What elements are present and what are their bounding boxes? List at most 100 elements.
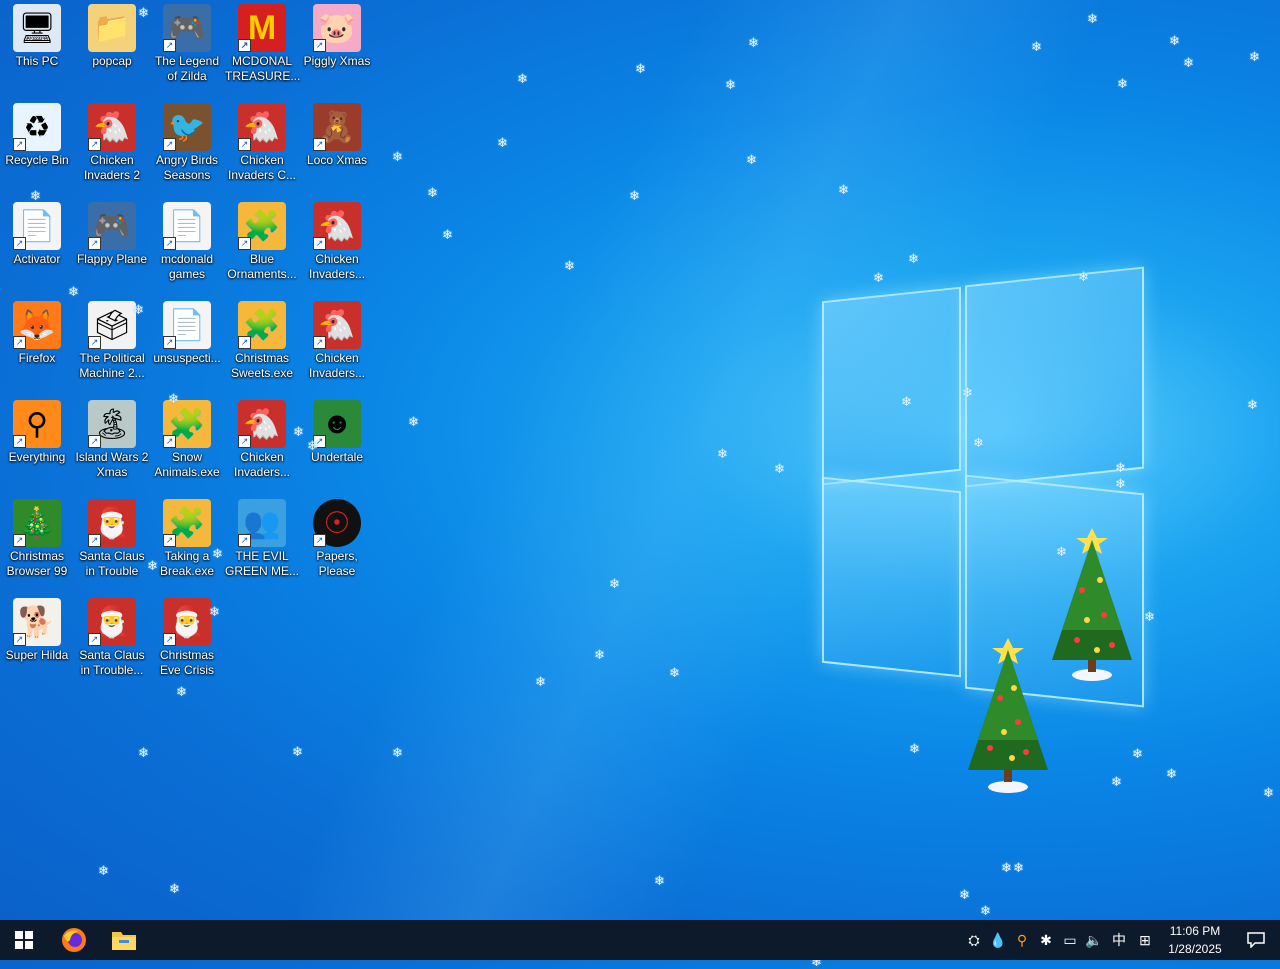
- volume-icon[interactable]: 🔈: [1082, 932, 1106, 949]
- desktop-icon-label: Papers, Please: [316, 549, 358, 578]
- desktop-icon[interactable]: 🐷 ↗ Piggly Xmas: [300, 0, 374, 94]
- desktop-icon[interactable]: 🐔 ↗ Chicken Invaders C...: [225, 99, 299, 193]
- desktop-icon[interactable]: 👥 ↗ THE EVIL GREEN ME...: [225, 495, 299, 589]
- desktop-icon[interactable]: 🐕 ↗ Super Hilda: [0, 594, 74, 688]
- taskbar-firefox-button[interactable]: [50, 920, 98, 960]
- desktop-icon-label: THE EVIL GREEN ME...: [225, 549, 300, 578]
- shortcut-arrow-icon: ↗: [88, 534, 101, 547]
- snowflake-decoration: ❄: [176, 684, 187, 699]
- chicken-icon: 🐔 ↗: [313, 301, 361, 349]
- desktop-icon[interactable]: 📄 ↗ Activator: [0, 198, 74, 292]
- desktop-icon[interactable]: 🎄 ↗ Christmas Browser 99: [0, 495, 74, 589]
- clock-time: 11:06 PM: [1169, 924, 1221, 938]
- sparkle-icon[interactable]: ✱: [1034, 932, 1058, 949]
- network-people-icon[interactable]: ⛭: [962, 932, 986, 949]
- snowflake-decoration: ❄: [1183, 55, 1194, 70]
- shortcut-arrow-icon: ↗: [13, 237, 26, 250]
- snowflake-decoration: ❄: [635, 61, 646, 76]
- file-icon: 📄 ↗: [163, 202, 211, 250]
- notification-icon: [1247, 932, 1265, 948]
- shortcut-arrow-icon: ↗: [13, 633, 26, 646]
- snowflake-decoration: ❄: [1166, 766, 1177, 781]
- desktop-icon[interactable]: ☉ ↗ Papers, Please: [300, 495, 374, 589]
- action-center-button[interactable]: [1232, 920, 1280, 960]
- snowflake-decoration: ❄: [168, 391, 179, 406]
- desktop-icon-label: Chicken Invaders C...: [227, 153, 297, 182]
- puzzle-icon: 🧩 ↗: [163, 499, 211, 547]
- start-button[interactable]: [0, 920, 48, 960]
- desktop-icon[interactable]: 📄 ↗ mcdonald games: [150, 198, 224, 292]
- snowflake-decoration: ❄: [169, 881, 180, 896]
- chicken-icon: 🐔 ↗: [238, 400, 286, 448]
- desktop-icon-label: Chicken Invaders...: [308, 252, 366, 281]
- snowflake-decoration: ❄: [909, 741, 920, 756]
- desktop-icon[interactable]: 🎅 ↗ Santa Claus in Trouble...: [75, 594, 149, 688]
- shortcut-arrow-icon: ↗: [238, 138, 251, 151]
- santa-icon: 🎅 ↗: [88, 598, 136, 646]
- recycle-bin-icon: ♻ ↗: [13, 103, 61, 151]
- dog-icon: 🐕 ↗: [13, 598, 61, 646]
- desktop-icon[interactable]: 📄 ↗ unsuspecti...: [150, 297, 224, 391]
- ime-mode-indicator[interactable]: ⊞: [1132, 932, 1158, 949]
- system-tray: ⛭ 💧 ⚲ ✱ ▭ 🔈 中 ⊞: [962, 920, 1158, 960]
- desktop-icon[interactable]: ⚲ ↗ Everything: [0, 396, 74, 490]
- firefox-icon: 🦊 ↗: [13, 301, 61, 349]
- chicken-icon: 🐔 ↗: [238, 103, 286, 151]
- magnifier-icon[interactable]: ⚲: [1010, 932, 1034, 949]
- undertale-icon: ☻ ↗: [313, 400, 361, 448]
- desktop-icon[interactable]: M ↗ MCDONAL TREASURE...: [225, 0, 300, 94]
- desktop-icon-label: Chicken Invaders 2: [83, 153, 141, 182]
- desktop-icon[interactable]: 🏝 ↗ Island Wars 2 Xmas: [75, 396, 149, 490]
- snowflake-decoration: ❄: [442, 227, 453, 242]
- desktop-icon-label: Super Hilda: [5, 648, 69, 662]
- snowflake-decoration: ❄: [629, 188, 640, 203]
- shortcut-arrow-icon: ↗: [88, 336, 101, 349]
- snowflake-decoration: ❄: [1263, 785, 1274, 800]
- desktop-icon[interactable]: 🎅 ↗ Santa Claus in Trouble: [75, 495, 149, 589]
- network-icon[interactable]: ▭: [1058, 932, 1082, 949]
- snowflake-decoration: ❄: [1247, 397, 1258, 412]
- christmas-tree-decoration: [968, 638, 1048, 793]
- puzzle-icon: 🧩 ↗: [238, 301, 286, 349]
- snowflake-decoration: ❄: [1013, 860, 1024, 875]
- snowflake-decoration: ❄: [1249, 49, 1260, 64]
- snowflake-decoration: ❄: [1078, 269, 1089, 284]
- shortcut-arrow-icon: ↗: [88, 435, 101, 448]
- snowflake-decoration: ❄: [535, 674, 546, 689]
- ime-language-indicator[interactable]: 中: [1106, 930, 1132, 950]
- desktop-icon[interactable]: 🐔 ↗ Chicken Invaders...: [300, 198, 374, 292]
- desktop-icon[interactable]: 🧸 ↗ Loco Xmas: [300, 99, 374, 193]
- desktop-icon[interactable]: 🧩 ↗ Taking a Break.exe: [150, 495, 224, 589]
- desktop-icon[interactable]: 🎮 ↗ Flappy Plane: [75, 198, 149, 292]
- desktop-icon[interactable]: 🖥 This PC: [0, 0, 74, 94]
- snowflake-decoration: ❄: [973, 435, 984, 450]
- shortcut-arrow-icon: ↗: [313, 534, 326, 547]
- taskbar-clock[interactable]: 11:06 PM 1/28/2025: [1160, 922, 1230, 958]
- snowflake-decoration: ❄: [292, 744, 303, 759]
- desktop-icon[interactable]: 🦊 ↗ Firefox: [0, 297, 74, 391]
- computer-icon: 🖥: [13, 4, 61, 52]
- snowflake-decoration: ❄: [594, 647, 605, 662]
- desktop-icon[interactable]: 🐔 ↗ Chicken Invaders...: [225, 396, 299, 490]
- shortcut-arrow-icon: ↗: [13, 138, 26, 151]
- file-icon: 📄 ↗: [13, 202, 61, 250]
- angry-birds-icon: 🐦 ↗: [163, 103, 211, 151]
- snowflake-decoration: ❄: [98, 863, 109, 878]
- people-icon: 👥 ↗: [238, 499, 286, 547]
- snowflake-decoration: ❄: [959, 887, 970, 902]
- desktop-icon[interactable]: 🧩 ↗ Snow Animals.exe: [150, 396, 224, 490]
- desktop-icon[interactable]: 🎮 ↗ The Legend of Zilda: [150, 0, 224, 94]
- desktop-icon[interactable]: 🧩 ↗ Blue Ornaments...: [225, 198, 299, 292]
- desktop-icon[interactable]: 🐦 ↗ Angry Birds Seasons: [150, 99, 224, 193]
- desktop-icon[interactable]: 🧩 ↗ Christmas Sweets.exe: [225, 297, 299, 391]
- snowflake-decoration: ❄: [293, 424, 304, 439]
- desktop-icon[interactable]: 🐔 ↗ Chicken Invaders 2: [75, 99, 149, 193]
- desktop-icon[interactable]: 🐔 ↗ Chicken Invaders...: [300, 297, 374, 391]
- shortcut-arrow-icon: ↗: [313, 336, 326, 349]
- desktop-icon-label: mcdonald games: [160, 252, 214, 281]
- desktop-icon[interactable]: ♻ ↗ Recycle Bin: [0, 99, 74, 193]
- droplet-icon[interactable]: 💧: [986, 932, 1010, 949]
- taskbar-file-explorer-button[interactable]: [100, 920, 148, 960]
- magnifier-icon: ⚲ ↗: [13, 400, 61, 448]
- snowflake-decoration: ❄: [908, 251, 919, 266]
